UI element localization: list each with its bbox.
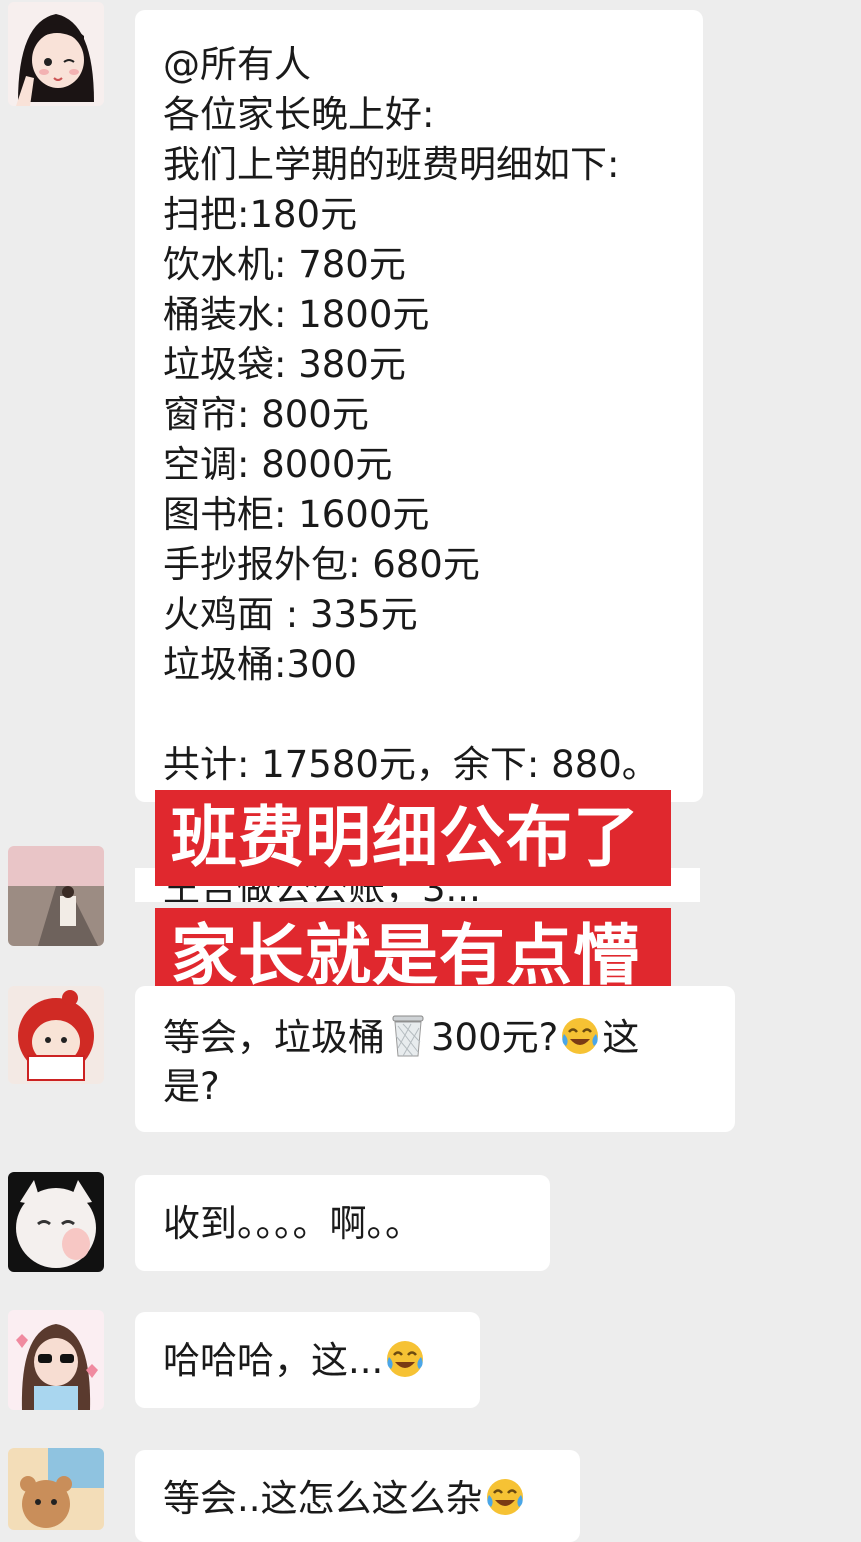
message-line: 等会，垃圾桶 300元? 这 [163, 1012, 735, 1062]
message-line: 各位家长晚上好: [163, 93, 435, 136]
message-line: 我们上学期的班费明细如下: [163, 143, 620, 186]
message-line: 窗帘: 800元 [163, 393, 369, 436]
message-line: 火鸡面 : 335元 [163, 593, 418, 636]
message-line: 扫把:180元 [163, 193, 358, 236]
cry-laugh-emoji-icon [562, 1018, 599, 1054]
trash-bin-emoji-icon [392, 1015, 424, 1057]
message-line: 垃圾桶:300 [163, 643, 358, 686]
message-line: 桶装水: 1800元 [163, 293, 430, 336]
message-bubble-received[interactable]: 收到。。。。啊。。 [135, 1175, 550, 1271]
message-bubble-trash-question[interactable]: 等会，垃圾桶 300元? 这 是? [135, 986, 735, 1132]
caption-banner-1: 班费明细公布了 [155, 790, 671, 886]
message-line: 垃圾袋: 380元 [163, 343, 406, 386]
cry-laugh-emoji-icon [486, 1479, 523, 1515]
message-line [163, 690, 703, 740]
avatar-red-hood[interactable] [8, 986, 104, 1084]
message-line: 空调: 8000元 [163, 443, 393, 486]
avatar-white-cat[interactable] [8, 1172, 104, 1272]
message-line: 收到。。。。啊。。 [163, 1202, 422, 1245]
avatar-cartoon-girl[interactable] [8, 2, 104, 106]
message-line: 等会..这怎么这么杂 [163, 1474, 580, 1524]
message-line: 哈哈哈，这... [163, 1336, 480, 1386]
message-line: 手抄报外包: 680元 [163, 543, 480, 586]
cry-laugh-emoji-icon [387, 1341, 424, 1377]
avatar-road-girl[interactable] [8, 846, 104, 946]
message-line: 是? [163, 1065, 220, 1108]
avatar-sunglasses-girl[interactable] [8, 1310, 104, 1410]
message-bubble-fee-details[interactable]: @所有人 各位家长晚上好: 我们上学期的班费明细如下: 扫把:180元 饮水机:… [135, 10, 703, 802]
message-bubble-messy[interactable]: 等会..这怎么这么杂 [135, 1450, 580, 1542]
message-bubble-hahaha[interactable]: 哈哈哈，这... [135, 1312, 480, 1408]
message-line: 饮水机: 780元 [163, 243, 406, 286]
message-line: 图书柜: 1600元 [163, 493, 430, 536]
message-total-line: 共计: 17580元，余下: 880。 [163, 743, 659, 786]
avatar-bear[interactable] [8, 1448, 104, 1530]
message-line: @所有人 [163, 43, 311, 86]
